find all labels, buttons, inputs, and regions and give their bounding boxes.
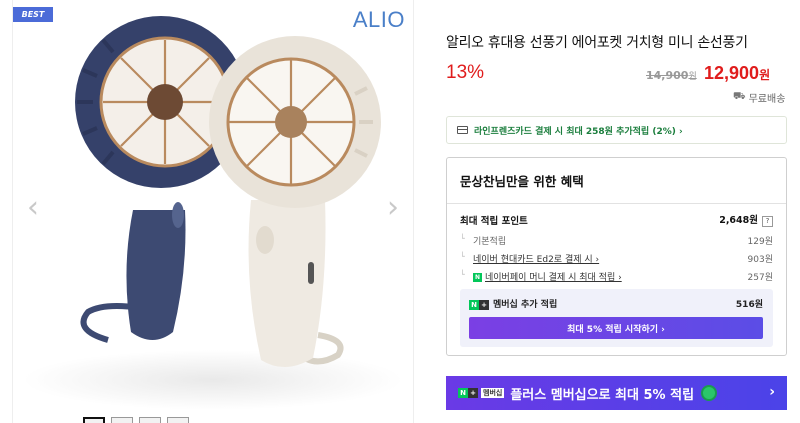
discount-rate: 13% bbox=[446, 62, 485, 83]
best-badge: BEST bbox=[13, 7, 53, 22]
npay-icon: N bbox=[473, 273, 482, 282]
brand-logo: ALIO bbox=[352, 7, 405, 32]
point-row-npay-money[interactable]: N네이버페이 머니 결제 시 최대 적립 › 257원 bbox=[460, 270, 773, 283]
truck-icon: ⛟ bbox=[733, 91, 746, 102]
hyundai-card-link[interactable]: 네이버 현대카드 Ed2로 결제 시 › bbox=[473, 255, 599, 265]
card-promo-banner[interactable]: 라인프렌즈카드 결제 시 최대 258원 추가적립 (2%) › bbox=[446, 116, 787, 144]
membership-start-button[interactable]: 최대 5% 적립 시작하기 › bbox=[469, 317, 763, 339]
sale-price: 12,900원 bbox=[704, 63, 770, 84]
help-icon[interactable]: ? bbox=[762, 216, 773, 227]
point-row-hyundai-card[interactable]: 네이버 현대카드 Ed2로 결제 시 › 903원 bbox=[460, 252, 773, 265]
naver-plus-icon: N + bbox=[469, 300, 489, 310]
original-price-value: 14,900 bbox=[646, 69, 689, 82]
membership-label: 멤버십 추가 적립 bbox=[493, 300, 558, 310]
product-photo bbox=[23, 16, 403, 410]
max-points-label: 최대 적립 포인트 bbox=[460, 215, 528, 227]
shipping-label: 무료배송 bbox=[748, 94, 786, 105]
shipping-info: ⛟ 무료배송 bbox=[733, 90, 785, 105]
npay-money-link[interactable]: 네이버페이 머니 결제 시 최대 적립 › bbox=[485, 273, 622, 283]
membership-tag: 멤버십 bbox=[481, 388, 505, 398]
product-title: 알리오 휴대용 선풍기 에어포켓 거치형 미니 손선풍기 bbox=[446, 35, 748, 51]
thumbnail-2[interactable] bbox=[111, 417, 133, 423]
original-price: 14,900원 bbox=[646, 69, 697, 82]
membership-label-wrap: N + 멤버십 추가 적립 bbox=[469, 297, 557, 310]
plus-membership-banner[interactable]: N + 멤버십 플러스 멤버십으로 최대 5% 적립 › bbox=[446, 376, 787, 410]
thumbnail-3[interactable] bbox=[139, 417, 161, 423]
membership-value: 516원 bbox=[735, 300, 763, 310]
thumbnail-strip bbox=[83, 417, 189, 423]
membership-row: N + 멤버십 추가 적립 516원 bbox=[469, 297, 763, 310]
coin-stack-icon bbox=[701, 385, 718, 401]
cream-fan-image bbox=[209, 36, 381, 368]
max-points-value-wrap: 2,648원? bbox=[719, 212, 773, 227]
thumbnail-4[interactable] bbox=[167, 417, 189, 423]
navy-fan-image bbox=[75, 16, 247, 343]
credit-card-icon bbox=[457, 126, 468, 134]
product-info-panel: 알리오 휴대용 선풍기 에어포켓 거치형 미니 손선풍기 13% 14,900원… bbox=[433, 0, 800, 423]
card-promo-text: 라인프렌즈카드 결제 시 최대 258원 추가적립 (2%) › bbox=[474, 126, 683, 137]
point-row-basic: 기본적립 129원 bbox=[460, 234, 773, 247]
product-image-gallery[interactable]: BEST ALIO ‹ › bbox=[12, 0, 414, 423]
max-points-row: 최대 적립 포인트 2,648원? bbox=[460, 212, 773, 227]
point-row-value: 129원 bbox=[747, 237, 773, 247]
plus-banner-text: 플러스 멤버십으로 최대 5% 적립 bbox=[510, 387, 695, 403]
point-row-label: N네이버페이 머니 결제 시 최대 적립 › bbox=[460, 270, 622, 283]
point-row-value: 257원 bbox=[747, 273, 773, 283]
sale-price-value: 12,900 bbox=[704, 63, 760, 83]
benefit-box: 문상찬님만을 위한 혜택 최대 적립 포인트 2,648원? 기본적립 129원… bbox=[446, 157, 787, 356]
prev-image-arrow-icon[interactable]: ‹ bbox=[27, 190, 39, 225]
max-points-value: 2,648원 bbox=[719, 215, 758, 226]
thumbnail-1[interactable] bbox=[83, 417, 105, 423]
naver-plus-icon: N + bbox=[458, 388, 478, 398]
sale-price-unit: 원 bbox=[759, 68, 771, 82]
point-row-label: 네이버 현대카드 Ed2로 결제 시 › bbox=[460, 252, 599, 265]
membership-box: N + 멤버십 추가 적립 516원 최대 5% 적립 시작하기 › bbox=[460, 289, 773, 347]
point-row-label: 기본적립 bbox=[460, 234, 506, 247]
benefit-heading: 문상찬님만을 위한 혜택 bbox=[447, 158, 786, 204]
point-row-value: 903원 bbox=[747, 255, 773, 265]
chevron-right-icon: › bbox=[769, 384, 775, 400]
next-image-arrow-icon[interactable]: › bbox=[387, 190, 399, 225]
original-price-unit: 원 bbox=[688, 72, 697, 82]
